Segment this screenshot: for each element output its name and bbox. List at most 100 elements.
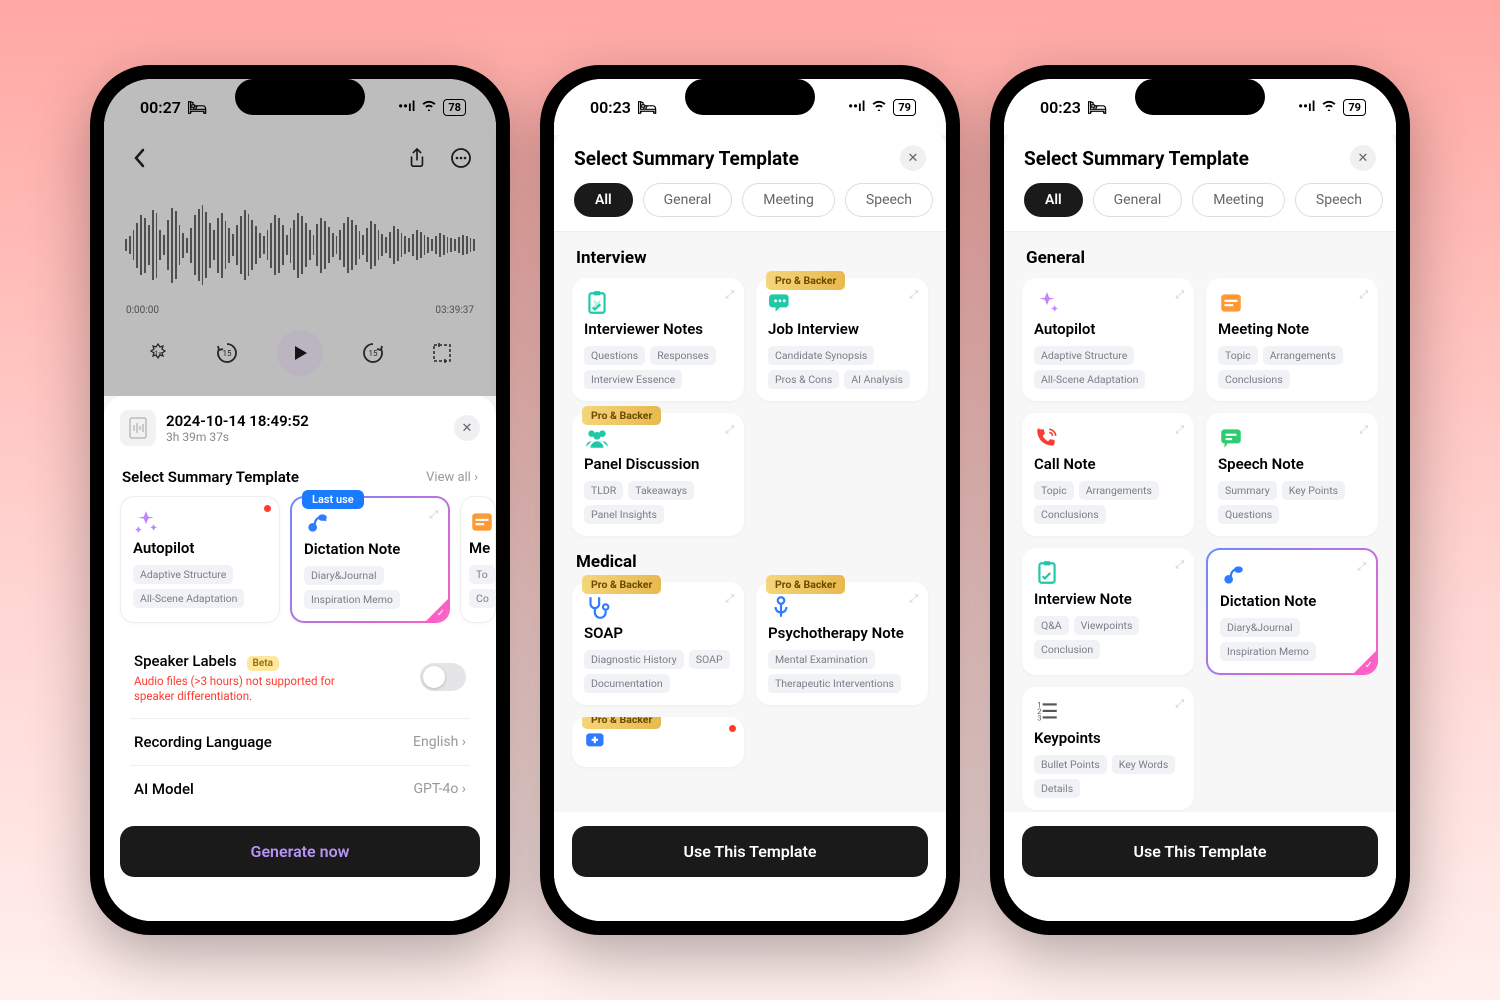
notch xyxy=(235,79,365,115)
template-card-autopilot[interactable]: ⤢ Autopilot Adaptive StructureAll-Scene … xyxy=(1022,278,1194,401)
template-card-job-interview[interactable]: Pro & Backer ⤢ Job Interview Candidate S… xyxy=(756,278,928,401)
template-card-call-note[interactable]: ⤢ Call Note TopicArrangementsConclusions xyxy=(1022,413,1194,536)
template-tag: Responses xyxy=(650,346,716,365)
filter-pill-general[interactable]: General xyxy=(1093,183,1183,217)
template-tag: Conclusion xyxy=(1034,640,1100,659)
use-template-button[interactable]: Use This Template xyxy=(1022,826,1378,877)
template-section-title: Select Summary Template xyxy=(122,468,299,486)
template-tag: Key Words xyxy=(1112,755,1175,774)
expand-icon: ⤢ xyxy=(1359,423,1368,437)
template-tag: Q&A xyxy=(1034,616,1069,635)
expand-icon: ⤢ xyxy=(1359,288,1368,302)
template-name: Psychotherapy Note xyxy=(768,624,916,642)
meeting-icon xyxy=(1218,290,1244,316)
filter-pill-all[interactable]: All xyxy=(1024,183,1083,217)
meeting-icon xyxy=(469,509,495,535)
template-card-interviewer-notes[interactable]: ⤢ Interviewer Notes Questions Responses … xyxy=(572,278,744,401)
close-sheet-button[interactable]: ✕ xyxy=(1350,145,1376,171)
expand-icon: ⤢ xyxy=(429,508,438,522)
template-card-keypoints[interactable]: ⤢ 123 Keypoints Bullet PointsKey WordsDe… xyxy=(1022,687,1194,810)
ai-model-label: AI Model xyxy=(134,780,194,798)
template-card-interview-note[interactable]: ⤢ Interview Note Q&AViewpointsConclusion xyxy=(1022,548,1194,675)
template-tag: Viewpoints xyxy=(1074,616,1140,635)
template-card-soap[interactable]: Pro & Backer ⤢ SOAP Diagnostic History S… xyxy=(572,582,744,705)
template-tag: Candidate Synopsis xyxy=(768,346,874,365)
background-dimmed: 00:27🛏 ••ıl 78 xyxy=(104,79,496,396)
speaker-warning: Audio files (>3 hours) not supported for… xyxy=(134,674,374,704)
template-tag: Conclusions xyxy=(1218,370,1290,389)
template-card-dictation-note[interactable]: ⤢ Dictation Note Diary&JournalInspiratio… xyxy=(1206,548,1378,675)
speaker-labels-label: Speaker Labels xyxy=(134,652,237,670)
speaker-labels-toggle[interactable] xyxy=(420,663,466,691)
template-picker-sheet: Select Summary Template ✕ All General Me… xyxy=(554,129,946,921)
filter-pill-meeting[interactable]: Meeting xyxy=(742,183,835,217)
speech-icon xyxy=(1218,425,1244,451)
selected-check-icon: ✓ xyxy=(1365,660,1373,671)
recording-language-row[interactable]: Recording Language English › xyxy=(130,719,470,766)
template-card-psychotherapy[interactable]: Pro & Backer ⤢ Psychotherapy Note Mental… xyxy=(756,582,928,705)
filter-pills: All General Meeting Speech xyxy=(1004,183,1396,232)
close-sheet-button[interactable]: ✕ xyxy=(454,415,480,441)
template-card-dictation[interactable]: Last use ⤢ Dictation Note Diary&Journal … xyxy=(290,496,450,623)
template-tag: Mental Examination xyxy=(768,650,875,669)
template-name: Dictation Note xyxy=(1220,592,1364,610)
autopilot-icon xyxy=(1034,290,1060,316)
template-scroll-area[interactable]: Interview ⤢ Interviewer Notes Questions … xyxy=(554,232,946,812)
filter-pills: All General Meeting Speech xyxy=(554,183,946,232)
template-card-panel-discussion[interactable]: Pro & Backer ⤢ Panel Discussion TLDR Tak… xyxy=(572,413,744,536)
close-sheet-button[interactable]: ✕ xyxy=(900,145,926,171)
template-name: Me xyxy=(469,539,487,557)
view-all-button[interactable]: View all › xyxy=(426,470,478,485)
template-tag: Questions xyxy=(584,346,645,365)
notch xyxy=(1135,79,1265,115)
template-card-meeting-note[interactable]: ⤢ Meeting Note TopicArrangementsConclusi… xyxy=(1206,278,1378,401)
notch xyxy=(685,79,815,115)
ai-model-value: GPT-4o xyxy=(413,781,458,797)
stethoscope-icon xyxy=(584,594,610,620)
expand-icon: ⤢ xyxy=(1175,697,1184,711)
generate-now-button[interactable]: Generate now xyxy=(120,826,480,877)
screen-1: 00:27🛏 ••ıl 78 xyxy=(104,79,496,921)
template-tag: Details xyxy=(1034,779,1080,798)
filter-pill-speech[interactable]: Speech xyxy=(845,183,933,217)
panel-icon xyxy=(584,425,610,451)
battery-icon: 79 xyxy=(1343,99,1366,116)
dictation-icon xyxy=(304,510,330,536)
screen-3: 00:23🛏 ••ıl79 Select Summary Template ✕ … xyxy=(1004,79,1396,921)
template-tag: SOAP xyxy=(689,650,730,669)
template-card-speech-note[interactable]: ⤢ Speech Note SummaryKey PointsQuestions xyxy=(1206,413,1378,536)
template-card-meeting-cut[interactable]: Me To Co xyxy=(460,496,496,623)
template-tag: Key Points xyxy=(1282,481,1345,500)
template-scroll-area[interactable]: General ⤢ Autopilot Adaptive StructureAl… xyxy=(1004,232,1396,812)
generate-sheet: 2024-10-14 18:49:52 3h 39m 37s ✕ Select … xyxy=(104,396,496,921)
psychology-icon xyxy=(768,594,794,620)
filter-pill-all[interactable]: All xyxy=(574,183,633,217)
ai-model-row[interactable]: AI Model GPT-4o › xyxy=(130,766,470,812)
template-card-medical-cut[interactable]: Pro & Backer xyxy=(572,717,744,767)
bed-icon: 🛏 xyxy=(1087,98,1107,117)
dictation-icon xyxy=(1220,562,1246,588)
template-name: Autopilot xyxy=(1034,320,1182,338)
phone-frame-3: 00:23🛏 ••ıl79 Select Summary Template ✕ … xyxy=(990,65,1410,935)
new-indicator-dot xyxy=(729,725,736,732)
filter-pill-speech[interactable]: Speech xyxy=(1295,183,1383,217)
template-tag: Inspiration Memo xyxy=(1220,642,1316,661)
template-tag: Diagnostic History xyxy=(584,650,684,669)
template-name: Keypoints xyxy=(1034,729,1182,747)
filter-pill-meeting[interactable]: Meeting xyxy=(1192,183,1285,217)
template-card-autopilot[interactable]: Autopilot Adaptive Structure All-Scene A… xyxy=(120,496,280,623)
template-name: Speech Note xyxy=(1218,455,1366,473)
template-tag: AI Analysis xyxy=(844,370,910,389)
status-time: 00:23 xyxy=(1040,98,1081,117)
sheet-title: Select Summary Template xyxy=(1024,147,1249,170)
status-time: 00:23 xyxy=(590,98,631,117)
template-name: SOAP xyxy=(584,624,732,642)
medical-chat-icon xyxy=(584,729,610,755)
template-name: Call Note xyxy=(1034,455,1182,473)
template-tag: Topic xyxy=(1218,346,1258,365)
filter-pill-general[interactable]: General xyxy=(643,183,733,217)
bed-icon: 🛏 xyxy=(637,98,657,117)
use-template-button[interactable]: Use This Template xyxy=(572,826,928,877)
wifi-icon xyxy=(1321,99,1337,115)
last-use-badge: Last use xyxy=(302,490,364,509)
